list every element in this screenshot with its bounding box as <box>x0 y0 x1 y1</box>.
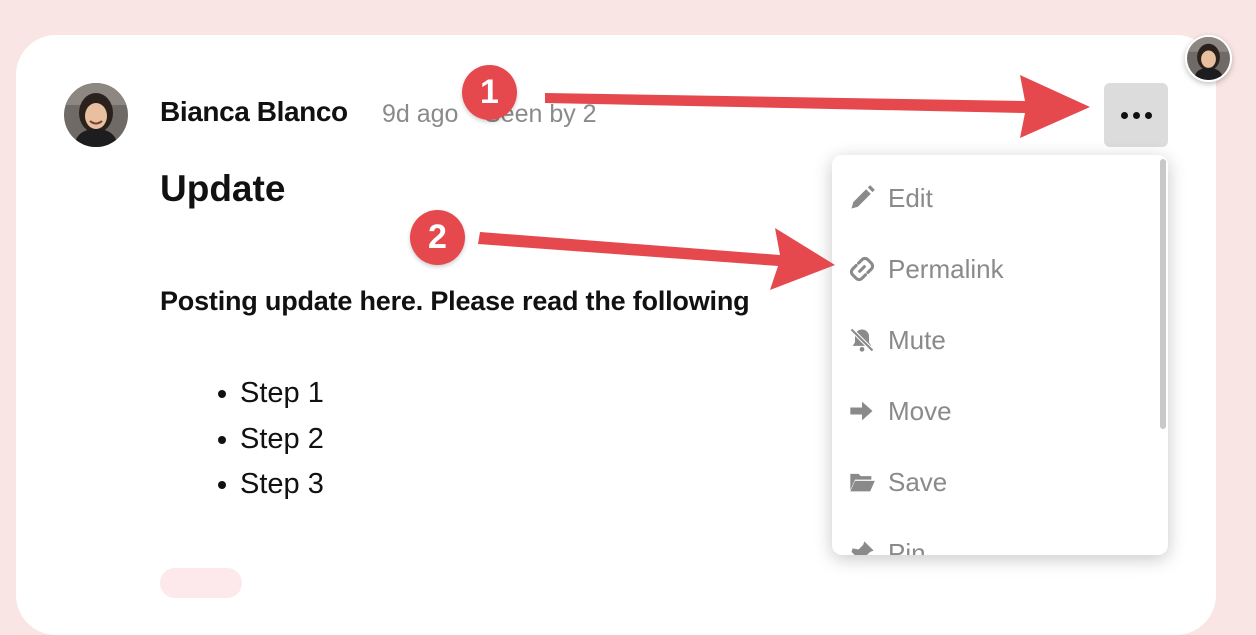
menu-scrollbar[interactable] <box>1160 159 1166 429</box>
menu-item-pin[interactable]: Pin <box>848 533 926 555</box>
menu-item-label: Mute <box>888 324 946 355</box>
more-options-icon <box>1120 111 1128 119</box>
menu-item-save[interactable]: Save <box>848 462 947 502</box>
options-menu: Edit Permalink Mute Move Save Pin <box>832 155 1168 555</box>
post-timestamp: 9d ago <box>382 100 459 128</box>
list-item: Step 2 <box>218 418 324 464</box>
menu-item-label: Edit <box>888 182 933 213</box>
menu-item-label: Permalink <box>888 253 1004 284</box>
list-item: Step 1 <box>218 372 324 418</box>
more-options-icon-dot <box>1132 111 1140 119</box>
menu-item-label: Move <box>888 395 952 426</box>
current-user-avatar[interactable] <box>1185 35 1232 82</box>
annotation-badge-1: 1 <box>462 65 517 120</box>
menu-item-mute[interactable]: Mute <box>848 320 946 360</box>
steps-list: Step 1 Step 2 Step 3 <box>218 372 324 509</box>
pin-icon <box>848 538 878 555</box>
more-options-button[interactable] <box>1104 83 1168 147</box>
bell-slash-icon <box>848 325 878 355</box>
post-body: Posting update here. Please read the fol… <box>160 286 750 316</box>
folder-open-icon <box>848 467 878 497</box>
link-icon <box>848 254 878 284</box>
author-name[interactable]: Bianca Blanco <box>160 96 348 128</box>
menu-item-label: Pin <box>888 537 926 556</box>
annotation-badge-2: 2 <box>410 210 465 265</box>
menu-item-permalink[interactable]: Permalink <box>848 249 1004 289</box>
menu-item-edit[interactable]: Edit <box>848 178 933 218</box>
pencil-icon <box>848 183 878 213</box>
arrow-right-icon <box>848 396 878 426</box>
list-item: Step 3 <box>218 463 324 509</box>
menu-item-label: Save <box>888 466 948 497</box>
reaction-chip[interactable] <box>160 568 242 598</box>
menu-item-move[interactable]: Move <box>848 391 952 431</box>
post-title: Update <box>160 168 286 209</box>
more-options-icon-dot <box>1144 111 1152 119</box>
author-avatar[interactable] <box>64 83 128 147</box>
